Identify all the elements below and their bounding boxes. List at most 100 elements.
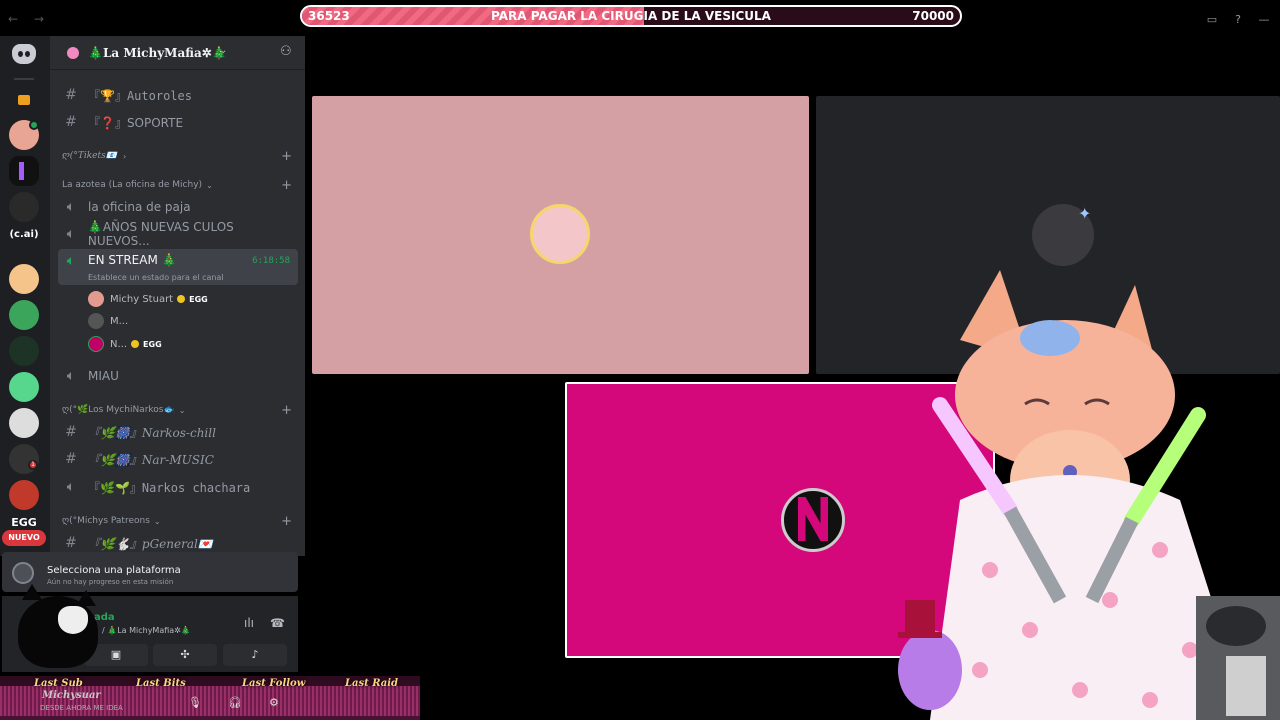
cat-ear <box>76 590 96 606</box>
window-controls: ▭ ? — <box>1206 14 1270 26</box>
speaker-icon: 🔈︎ <box>66 479 76 495</box>
speaker-icon: 🔈︎ <box>66 199 76 215</box>
user-tag: EGG <box>189 294 208 304</box>
chevron-down-icon: ⌄ <box>206 180 213 190</box>
inbox-icon[interactable]: ▭ <box>1206 14 1218 26</box>
stream-alerts-bar: Last Sub Last Bits Last Follow Last Raid… <box>0 676 420 720</box>
channel-autoroles[interactable]: # 『🏆』Autoroles <box>58 83 298 107</box>
channel-soporte[interactable]: # 『❓』SOPORTE <box>58 110 298 134</box>
forward-arrow-icon[interactable]: → <box>34 12 44 26</box>
goal-title: PARA PAGAR LA CIRUGIA DE LA VESICULA <box>491 9 771 23</box>
discord-home-icon[interactable] <box>12 44 36 64</box>
server-icon-2[interactable] <box>9 156 39 186</box>
cai-server-label[interactable]: (c.ai) <box>9 229 39 240</box>
hashtag-icon: # <box>65 451 77 467</box>
mic-icon[interactable]: 🎙︎ <box>188 696 202 709</box>
chevron-down-icon: ⌄ <box>178 405 186 415</box>
voice-user-name: N... <box>110 338 128 350</box>
server-icon-10[interactable] <box>9 480 39 510</box>
voice-server-name[interactable]: / 🎄La MichyMafia✲🎄 <box>102 626 191 635</box>
add-channel-icon[interactable]: + <box>281 514 292 529</box>
mission-card[interactable]: Selecciona una plataforma Aún no hay pro… <box>2 552 298 592</box>
channel-label: 『🌿🎆』Nar-MUSIC <box>88 452 214 467</box>
server-rail: (c.ai) 1 EGG NUEVO <box>0 36 50 556</box>
webcam-subject <box>1226 656 1266 716</box>
settings-gear-icon[interactable]: ⚙ <box>269 696 279 709</box>
help-icon[interactable]: ? <box>1232 14 1244 26</box>
globe-icon <box>12 562 34 584</box>
purple-mascot <box>898 630 962 710</box>
egg-server-label[interactable]: EGG <box>9 516 39 529</box>
voice-user[interactable]: Michy Stuart EGG <box>88 289 208 309</box>
voice-channel-miau[interactable]: 🔈︎ MIAU <box>58 364 298 388</box>
channel-narkos-chachara[interactable]: 🔈︎ 『🌿🌱』Narkos chachara <box>58 475 298 499</box>
cat-overlay-image <box>18 596 98 668</box>
mission-title: Selecciona una plataforma <box>47 565 181 576</box>
server-icon-3[interactable] <box>9 192 39 222</box>
category-label: La azotea (La oficina de Michy) <box>62 180 203 190</box>
voice-user-name: Michy Stuart <box>110 293 174 305</box>
channel-narkos-chill[interactable]: # 『🌿🎆』Narkos-chill <box>58 420 298 444</box>
avatar <box>88 313 104 329</box>
server-icon-5[interactable] <box>9 300 39 330</box>
category-patreons[interactable]: ღ(°Michys Patreons ⌄ + <box>62 513 298 529</box>
back-arrow-icon[interactable]: ← <box>8 12 18 26</box>
user-status: DESDE AHORA ME IDEA <box>40 704 123 712</box>
last-follow-label: Last Follow <box>242 678 306 689</box>
category-narkos[interactable]: ღ(°🌿Los MychiNarkos🐟 ⌄ + <box>62 402 298 418</box>
channel-label: EN STREAM 🎄 <box>88 253 177 267</box>
participant-avatar <box>530 204 590 264</box>
chevron-down-icon: ⌄ <box>153 516 161 526</box>
minimize-icon[interactable]: — <box>1258 14 1270 26</box>
user-name: Michysuar <box>42 690 101 701</box>
avatar <box>88 336 104 352</box>
server-icon-8[interactable] <box>9 408 39 438</box>
server-icon-6[interactable] <box>9 336 39 366</box>
notification-badge: 1 <box>28 460 38 470</box>
last-sub-label: Last Sub <box>34 678 83 689</box>
channel-label: 『❓』SOPORTE <box>88 115 184 130</box>
participant-avatar <box>781 488 845 552</box>
channel-sidebar: 🎄La MichyMafia✲🎄 ⌄ ⚇ # 『🏆』Autoroles # 『❓… <box>50 36 305 556</box>
channel-nar-music[interactable]: # 『🌿🎆』Nar-MUSIC <box>58 447 298 471</box>
stream-tile-1[interactable] <box>312 96 809 374</box>
category-tikets[interactable]: ღ(°Tikets📧 › + <box>62 148 298 164</box>
add-channel-icon[interactable]: + <box>281 403 292 418</box>
disconnect-icon[interactable]: ☎ <box>270 616 285 630</box>
add-channel-icon[interactable]: + <box>281 178 292 193</box>
folder-icon[interactable] <box>9 86 39 116</box>
headphones-icon[interactable]: 🎧︎ <box>228 696 242 709</box>
category-azotea[interactable]: La azotea (La oficina de Michy) ⌄ + <box>62 177 298 193</box>
mascot-top-hat <box>905 600 935 636</box>
butterfly-icon: ✦ <box>1078 204 1092 223</box>
server-header[interactable]: 🎄La MichyMafia✲🎄 ⌄ ⚇ <box>50 36 305 70</box>
cat-ear <box>22 584 42 600</box>
hashtag-icon: # <box>65 114 77 130</box>
channel-label: 『🌿🎆』Narkos-chill <box>88 425 216 440</box>
voice-channel-anos[interactable]: 🔈︎ 🎄AÑOS NUEVAS CULOS NUEVOS... <box>58 220 298 248</box>
noise-suppression-icon[interactable]: ılı <box>244 616 254 630</box>
activities-button[interactable]: ✣ <box>153 644 217 666</box>
voice-user[interactable]: N... EGG <box>88 334 162 354</box>
activities-icon: ✣ <box>180 648 190 661</box>
voice-channel-oficina[interactable]: 🔈︎ la oficina de paja <box>58 195 298 219</box>
channel-label: 『🌿🐇』pGeneral💌 <box>88 536 213 551</box>
voice-user[interactable]: M... <box>88 311 128 331</box>
add-user-icon[interactable]: ⚇ <box>280 44 294 59</box>
server-icon-7[interactable] <box>9 372 39 402</box>
soundboard-button[interactable]: ♪ <box>223 644 287 666</box>
channel-status-hint[interactable]: Establece un estado para el canal <box>88 273 224 282</box>
soundboard-icon: ♪ <box>251 648 259 661</box>
server-name: 🎄La MichyMafia✲🎄 <box>88 46 227 60</box>
add-channel-icon[interactable]: + <box>281 149 292 164</box>
cat-face <box>58 606 88 634</box>
user-tag: EGG <box>143 339 162 349</box>
chevron-right-icon: › <box>122 151 127 161</box>
donation-goal-bar: 36523 PARA PAGAR LA CIRUGIA DE LA VESICU… <box>300 5 962 27</box>
egg-icon <box>177 295 186 303</box>
mission-subtitle: Aún no hay progreso en esta misión <box>47 578 174 586</box>
screen: ← → 36523 PARA PAGAR LA CIRUGIA DE LA VE… <box>0 0 1280 720</box>
speaker-icon: 🔈︎ <box>66 368 76 384</box>
goal-target: 70000 <box>912 9 954 23</box>
server-icon-4[interactable] <box>9 264 39 294</box>
